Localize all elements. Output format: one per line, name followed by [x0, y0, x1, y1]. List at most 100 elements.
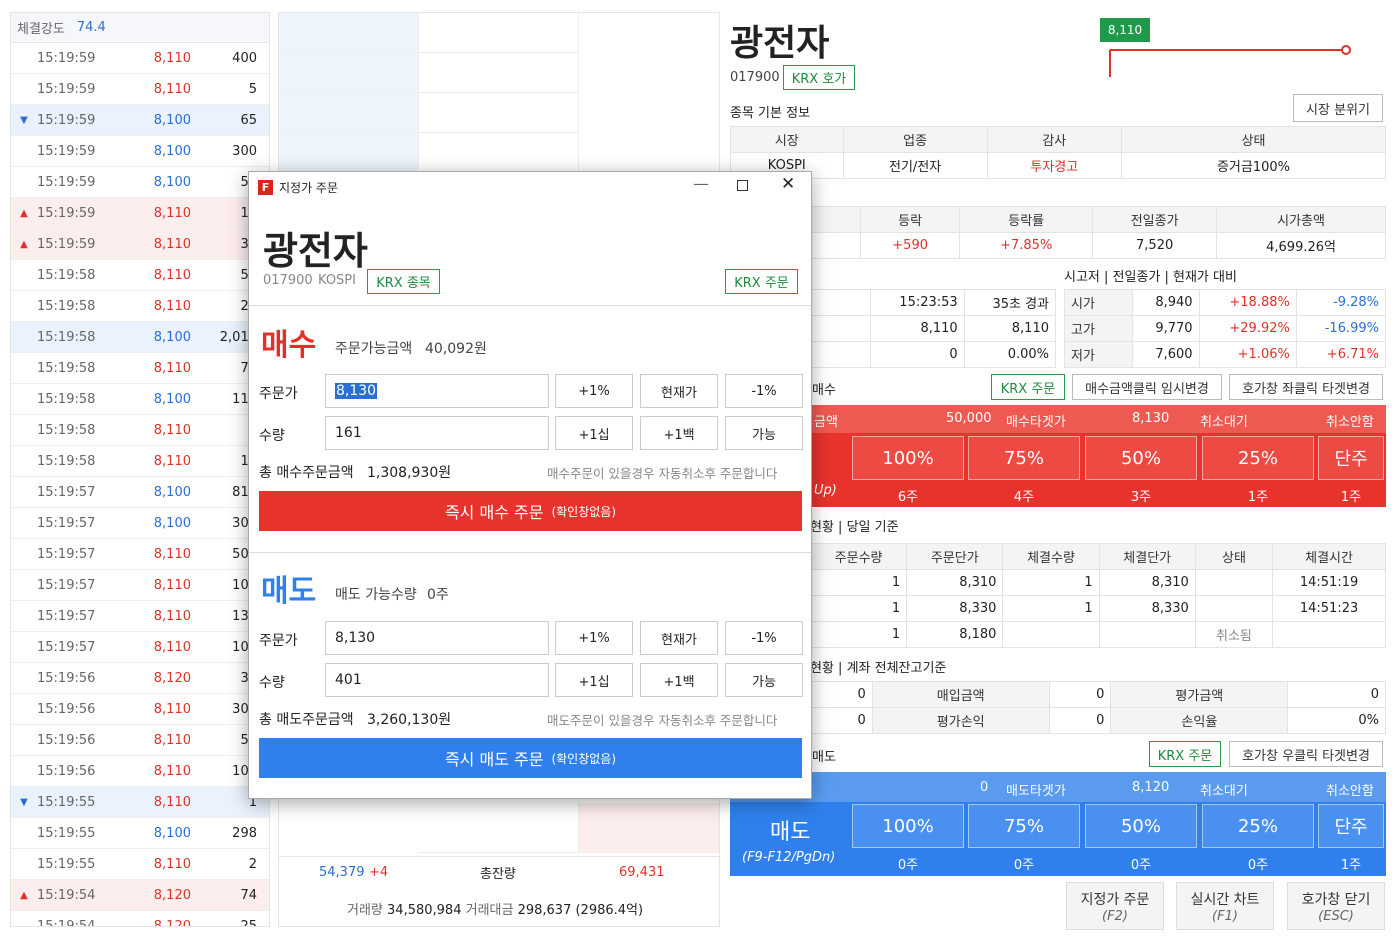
sell-big-label[interactable]: 매도 [770, 814, 810, 846]
price-cell[interactable] [419, 133, 579, 173]
buy-target-value[interactable]: 8,130 [1132, 411, 1169, 426]
krx-stock-badge[interactable]: KRX 종목 [367, 269, 440, 294]
buy-plus1pct-button[interactable]: +1% [555, 374, 633, 408]
sell-submit-button[interactable]: 즉시 매도 주문 (확인창없음) [259, 738, 802, 778]
pct-button[interactable]: 100% [852, 804, 964, 848]
tick-time: 15:19:54 [37, 887, 96, 903]
pct-button[interactable]: 단주 [1318, 436, 1384, 480]
tick-row: 15:19:56 8,110 100 [11, 756, 269, 787]
price-cell[interactable] [419, 13, 579, 53]
exec-cell: 8,180 [906, 621, 1004, 648]
bottom-button[interactable]: 지정가 주문 (F2) [1066, 882, 1164, 930]
buy-price-input[interactable]: 8,130 [325, 374, 549, 408]
price-cell[interactable] [419, 53, 579, 93]
tick-row: 15:19:568,12030 [11, 663, 269, 694]
pct-button[interactable]: 75% [968, 436, 1080, 480]
ask-cell[interactable] [279, 93, 419, 133]
sell-plus100-button[interactable]: +1백 [640, 663, 718, 697]
bid-cell[interactable] [579, 803, 719, 853]
pct-button[interactable]: 75% [968, 804, 1080, 848]
sell-minus1pct-button[interactable]: -1% [725, 621, 803, 655]
tick-price: 8,110 [153, 763, 191, 779]
sell-krx-order-button[interactable]: KRX 주문 [1149, 741, 1221, 767]
tick-price: 8,110 [153, 856, 191, 872]
buy-target-change-button[interactable]: 호가창 좌클릭 타겟변경 [1229, 374, 1383, 400]
sell-target-change-button[interactable]: 호가창 우클릭 타겟변경 [1229, 741, 1383, 767]
total-ask: 69,431 [619, 865, 665, 880]
hl-cell: 7,600 [1132, 341, 1200, 368]
buy-key-hint: Up) [814, 483, 837, 498]
sell-plus1pct-button[interactable]: +1% [555, 621, 633, 655]
bottom-button-label: 실시간 차트 [1190, 891, 1260, 908]
sell-target-value[interactable]: 8,120 [1132, 780, 1169, 795]
sell-cancel-none[interactable]: 취소안함 [1326, 780, 1374, 799]
pct-button[interactable]: 단주 [1318, 804, 1384, 848]
exec-cell: 8,330 [906, 595, 1004, 622]
sell-max-button[interactable]: 가능 [725, 663, 803, 697]
buy-submit-button[interactable]: 즉시 매수 주문 (확인창없음) [259, 491, 802, 531]
pct-button[interactable]: 25% [1202, 804, 1314, 848]
pct-button[interactable]: 25% [1202, 436, 1314, 480]
sell-amount-value[interactable]: 0 [980, 780, 988, 795]
balance-cell: 0 [810, 681, 873, 708]
buy-minus1pct-button[interactable]: -1% [725, 374, 803, 408]
buy-qty-input[interactable]: 161 [325, 416, 549, 450]
tick-row: 15:19:57 8,100 812 [11, 477, 269, 508]
buy-amount-value[interactable]: 50,000 [946, 411, 992, 426]
bottom-button[interactable]: 실시간 차트 (F1) [1176, 882, 1274, 930]
buy-temp-change-button[interactable]: 매수금액클릭 임시변경 [1072, 374, 1222, 400]
pct-button[interactable]: 50% [1085, 804, 1197, 848]
pct-button[interactable]: 50% [1085, 436, 1197, 480]
sell-qty-input[interactable]: 401 [325, 663, 549, 697]
exec-table: 주문수량 주문단가 체결수량 체결단가 상태 체결시간 1 8,310 1 8,310 14:51:… [809, 543, 1386, 648]
tick-row: 15:19:568,11050 [11, 725, 269, 756]
maximize-icon[interactable] [737, 180, 748, 191]
buy-krx-order-button[interactable]: KRX 주문 [991, 374, 1065, 400]
close-icon[interactable]: ✕ [781, 174, 795, 194]
tick-row: 15:19:57 8,110 500 [11, 539, 269, 570]
exec-cell [1194, 595, 1274, 622]
tick-price: 8,100 [153, 112, 191, 128]
tick-time: 15:19:57 [37, 639, 96, 655]
sell-price-input[interactable]: 8,130 [325, 621, 549, 655]
balance-cell: 평가손익 [871, 707, 1050, 734]
ask-cell[interactable] [279, 13, 419, 53]
krx-quote-badge[interactable]: KRX 호가 [783, 65, 855, 90]
pct-button[interactable]: 100% [852, 436, 964, 480]
volume: 34,580,984 [387, 903, 462, 918]
ask-cell[interactable] [279, 53, 419, 93]
buy-max-button[interactable]: 가능 [725, 416, 803, 450]
tick-price: 8,110 [153, 50, 191, 66]
time-cell: 35초 경과 [963, 289, 1057, 316]
hl-cell: +29.92% [1198, 315, 1297, 342]
minimize-icon[interactable]: — [693, 174, 713, 193]
up-arrow-icon: ▲ [20, 889, 28, 901]
tick-time: 15:19:57 [37, 546, 96, 562]
tick-list[interactable]: 체결강도 74.4 15:19:59 8,110 400 15:19:59 8,110 5… [10, 12, 270, 927]
down-arrow-icon: ▼ [20, 796, 28, 808]
divider [249, 552, 811, 553]
buy-cancel-none[interactable]: 취소안함 [1326, 411, 1374, 430]
bottom-button[interactable]: 호가창 닫기 (ESC) [1287, 882, 1385, 930]
buy-current-price-button[interactable]: 현재가 [640, 374, 718, 408]
tick-time: 15:19:56 [37, 763, 96, 779]
balance-cell: 0 [810, 707, 873, 734]
exec-header: 주문단가 [906, 543, 1004, 570]
sell-plus10-button[interactable]: +1십 [555, 663, 633, 697]
exec-header: 체결단가 [1098, 543, 1196, 570]
price-cell[interactable] [419, 803, 579, 853]
krx-order-badge[interactable]: KRX 주문 [725, 269, 798, 294]
strength-value: 74.4 [76, 20, 106, 35]
tick-row: 15:19:58 8,100 110 [11, 384, 269, 415]
time-cell: 8,110 [870, 315, 965, 342]
tick-time: 15:19:56 [37, 732, 96, 748]
buy-plus10-button[interactable]: +1십 [555, 416, 633, 450]
pct-shares: 0주 [1130, 858, 1152, 873]
limit-order-dialog[interactable]: F 지정가 주문 — ✕ 광전자 017900 KOSPI KRX 종목 KRX… [248, 171, 812, 799]
sell-current-price-button[interactable]: 현재가 [640, 621, 718, 655]
market-mood-button[interactable]: 시장 분위기 [1293, 94, 1383, 122]
ask-cell[interactable] [279, 133, 419, 173]
price-header: 시가총액 [1216, 206, 1386, 233]
price-cell[interactable] [419, 93, 579, 133]
buy-plus100-button[interactable]: +1백 [640, 416, 718, 450]
